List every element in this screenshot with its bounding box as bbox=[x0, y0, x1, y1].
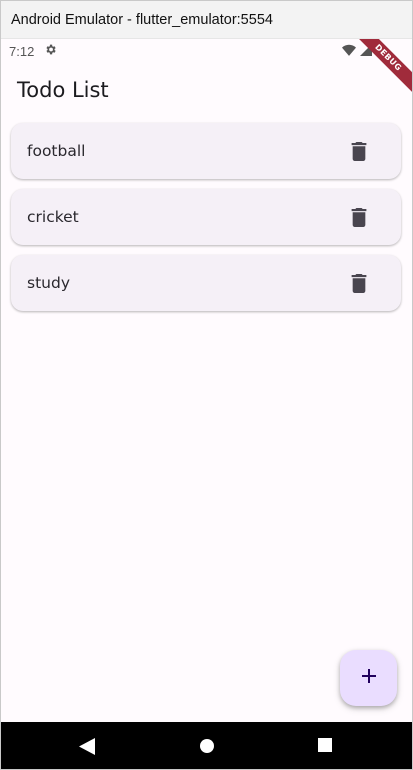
window-titlebar: Android Emulator - flutter_emulator:5554 bbox=[1, 1, 412, 39]
add-todo-button[interactable] bbox=[340, 650, 397, 706]
todo-item[interactable]: football bbox=[11, 123, 401, 179]
recents-icon[interactable] bbox=[318, 738, 332, 752]
trash-icon[interactable] bbox=[347, 139, 371, 163]
app-bar: Todo List bbox=[1, 63, 412, 117]
page-title: Todo List bbox=[17, 78, 109, 102]
status-bar: 7:12 bbox=[1, 39, 412, 63]
settings-icon bbox=[44, 43, 57, 59]
todo-label: study bbox=[27, 274, 70, 292]
todo-label: football bbox=[27, 142, 86, 160]
battery-icon bbox=[376, 43, 384, 59]
todo-list: football cricket study bbox=[11, 123, 401, 321]
home-icon[interactable] bbox=[199, 738, 215, 754]
todo-item[interactable]: study bbox=[11, 255, 401, 311]
plus-icon bbox=[361, 668, 377, 688]
window-title: Android Emulator - flutter_emulator:5554 bbox=[11, 11, 273, 28]
emulator-window: Android Emulator - flutter_emulator:5554… bbox=[0, 0, 413, 770]
status-time: 7:12 bbox=[9, 43, 35, 59]
wifi-icon bbox=[342, 44, 356, 59]
trash-icon[interactable] bbox=[347, 205, 371, 229]
trash-icon[interactable] bbox=[347, 271, 371, 295]
todo-label: cricket bbox=[27, 208, 79, 226]
system-nav-bar bbox=[1, 722, 412, 769]
back-icon[interactable] bbox=[79, 738, 95, 755]
todo-item[interactable]: cricket bbox=[11, 189, 401, 245]
signal-icon bbox=[360, 43, 372, 59]
